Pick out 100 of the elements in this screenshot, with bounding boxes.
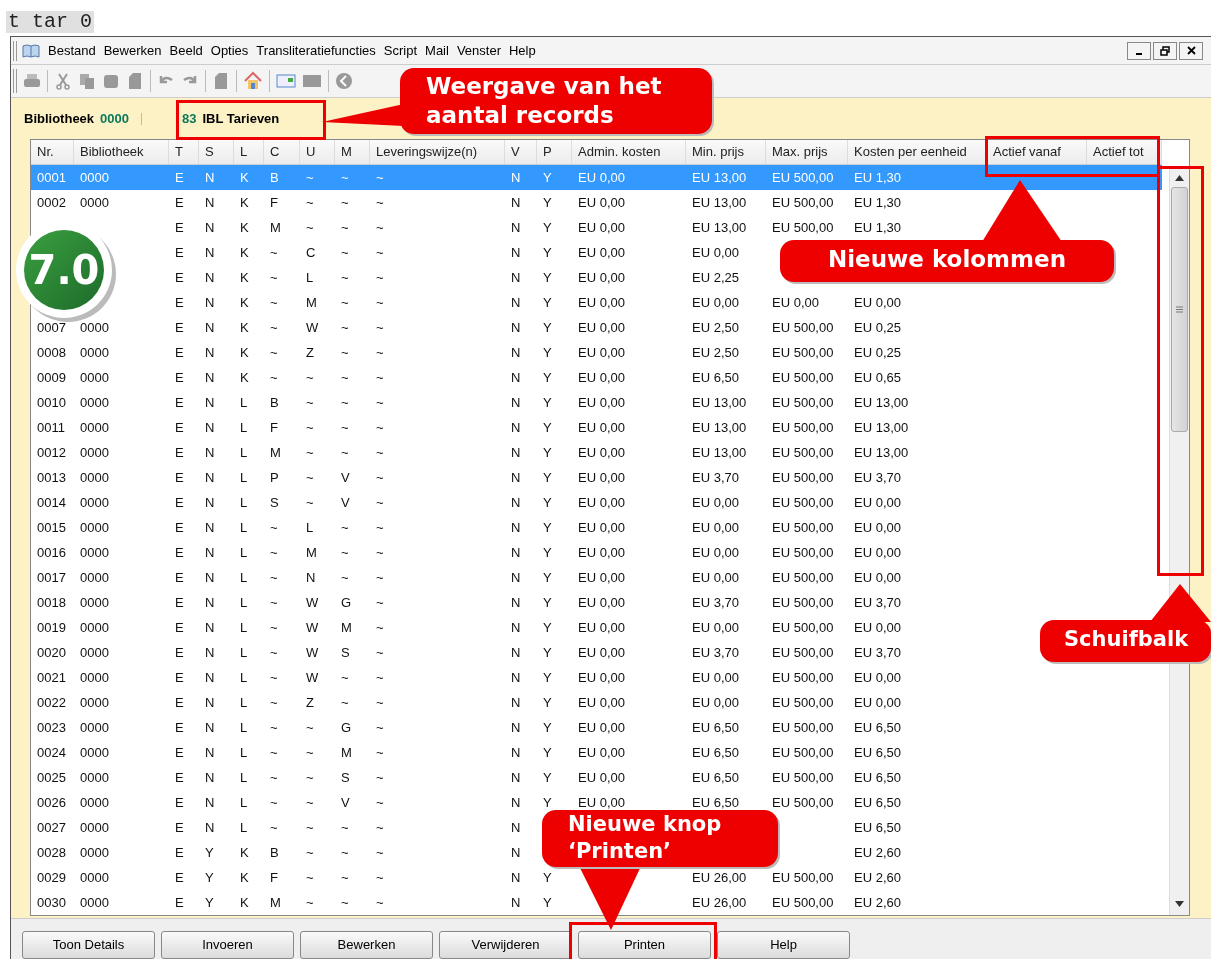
copy-icon[interactable]: [78, 72, 96, 90]
table-cell-text: EU 500,00: [772, 343, 834, 362]
table-cell-text: E: [175, 393, 184, 412]
table-cell-text: EU 0,00: [854, 518, 901, 537]
table-cell-text: EU 26,00: [692, 893, 747, 912]
table-cell-text: 0025: [37, 768, 66, 787]
table-cell-text: ~: [306, 718, 314, 737]
back-icon[interactable]: [335, 72, 353, 90]
action-button[interactable]: Verwijderen: [439, 931, 572, 959]
table-cell-text: ~: [341, 393, 349, 412]
table-cell-text: EU 0,00: [692, 693, 739, 712]
document-icon[interactable]: [212, 72, 230, 90]
table-cell-text: N: [511, 643, 521, 662]
column-header[interactable]: S: [199, 140, 234, 164]
menu-item[interactable]: Script: [379, 40, 422, 61]
column-header[interactable]: T: [169, 140, 199, 164]
close-icon[interactable]: [1179, 41, 1203, 60]
table-cell-text: EU 500,00: [772, 393, 834, 412]
table-cell-text: B: [270, 393, 279, 412]
action-button[interactable]: Bewerken: [300, 931, 433, 959]
table-cell-text: EU 3,70: [854, 643, 901, 662]
minimize-icon[interactable]: [1127, 41, 1151, 60]
table-cell-text: ~: [270, 568, 278, 587]
restore-icon[interactable]: [1153, 41, 1177, 60]
column-header[interactable]: Kosten per eenheid: [848, 140, 987, 164]
column-header[interactable]: Max. prijs: [766, 140, 848, 164]
table-cell-text: N: [511, 793, 521, 812]
printer-icon[interactable]: [23, 72, 41, 90]
scissors-icon[interactable]: [54, 72, 72, 90]
column-header[interactable]: Leveringswijze(n): [370, 140, 505, 164]
table-cell-text: ~: [376, 543, 384, 562]
column-header[interactable]: L: [234, 140, 264, 164]
table-cell-text: EU 13,00: [854, 443, 909, 462]
home-icon[interactable]: [243, 71, 263, 91]
table-cell-text: E: [175, 168, 184, 187]
window-icon[interactable]: [302, 72, 322, 90]
column-header[interactable]: C: [264, 140, 300, 164]
column-header[interactable]: P: [537, 140, 572, 164]
column-header[interactable]: M: [335, 140, 370, 164]
table-cell-text: N: [205, 393, 215, 412]
menu-item[interactable]: Opties: [206, 40, 253, 61]
table-cell-text: 0027: [37, 818, 66, 837]
column-header[interactable]: Nr.: [31, 140, 74, 164]
table-cell-text: Y: [543, 768, 552, 787]
table-cell-text: 0000: [80, 643, 109, 662]
table-cell-text: ~: [341, 418, 349, 437]
table-cell-text: E: [175, 693, 184, 712]
table-cell-text: ~: [306, 393, 314, 412]
table-cell-text: K: [240, 218, 249, 237]
card-icon[interactable]: [276, 72, 296, 90]
scroll-up-icon[interactable]: [1175, 175, 1184, 181]
table-cell-text: 0020: [37, 643, 66, 662]
action-button[interactable]: Printen: [578, 931, 711, 959]
table-cell-text: W: [306, 593, 319, 612]
column-header[interactable]: Min. prijs: [686, 140, 766, 164]
table-cell-text: L: [240, 518, 248, 537]
column-header[interactable]: V: [505, 140, 537, 164]
table-cell-text: N: [205, 293, 215, 312]
table-cell-text: N: [511, 418, 521, 437]
menu-item[interactable]: Bestand: [44, 40, 100, 61]
table-cell-text: EU 2,25: [692, 268, 739, 287]
menu-item[interactable]: Venster: [452, 40, 505, 61]
scrollbar-thumb[interactable]: [1171, 187, 1188, 432]
column-header[interactable]: Admin. kosten: [572, 140, 686, 164]
table-cell-text: 0011: [37, 418, 65, 437]
action-button[interactable]: Toon Details: [22, 931, 155, 959]
column-header[interactable]: U: [300, 140, 335, 164]
action-button[interactable]: Invoeren: [161, 931, 294, 959]
table-cell-text: N: [511, 693, 521, 712]
menu-item[interactable]: Help: [505, 40, 540, 61]
scroll-down-icon[interactable]: [1175, 901, 1184, 907]
table-cell-text: EU 0,00: [692, 543, 739, 562]
column-header[interactable]: Actief vanaf: [987, 140, 1087, 164]
table-cell-text: 0002: [37, 193, 66, 212]
table-cell-text: ~: [306, 468, 314, 487]
list-title: IBL Tarieven: [202, 109, 280, 128]
menu-item[interactable]: Beeld: [165, 40, 207, 61]
menu-item[interactable]: Mail: [421, 40, 453, 61]
table-cell-text: ~: [341, 668, 349, 687]
table-cell-text: L: [240, 643, 248, 662]
table-cell-text: Y: [543, 418, 552, 437]
table-cell-text: EU 500,00: [772, 893, 834, 912]
column-header[interactable]: Actief tot: [1087, 140, 1162, 164]
table-cell-text: S: [341, 643, 350, 662]
table-cell-text: F: [270, 868, 278, 887]
table-cell-text: EU 13,00: [692, 218, 747, 237]
action-button[interactable]: Help: [717, 931, 850, 959]
table-cell-text: N: [511, 593, 521, 612]
document-icon[interactable]: [126, 72, 144, 90]
menu-item[interactable]: Bewerken: [99, 40, 166, 61]
table-cell-text: E: [175, 468, 184, 487]
table-cell-text: 0013: [37, 468, 66, 487]
column-header[interactable]: Bibliotheek: [74, 140, 169, 164]
table-cell-text: ~: [341, 518, 349, 537]
table-cell-text: N: [205, 168, 215, 187]
menu-item[interactable]: Transliteratiefuncties: [252, 40, 380, 61]
table-cell-text: ~: [341, 893, 349, 912]
table-cell-text: N: [511, 618, 521, 637]
table-cell-text: N: [511, 518, 521, 537]
table-cell-text: N: [511, 668, 521, 687]
